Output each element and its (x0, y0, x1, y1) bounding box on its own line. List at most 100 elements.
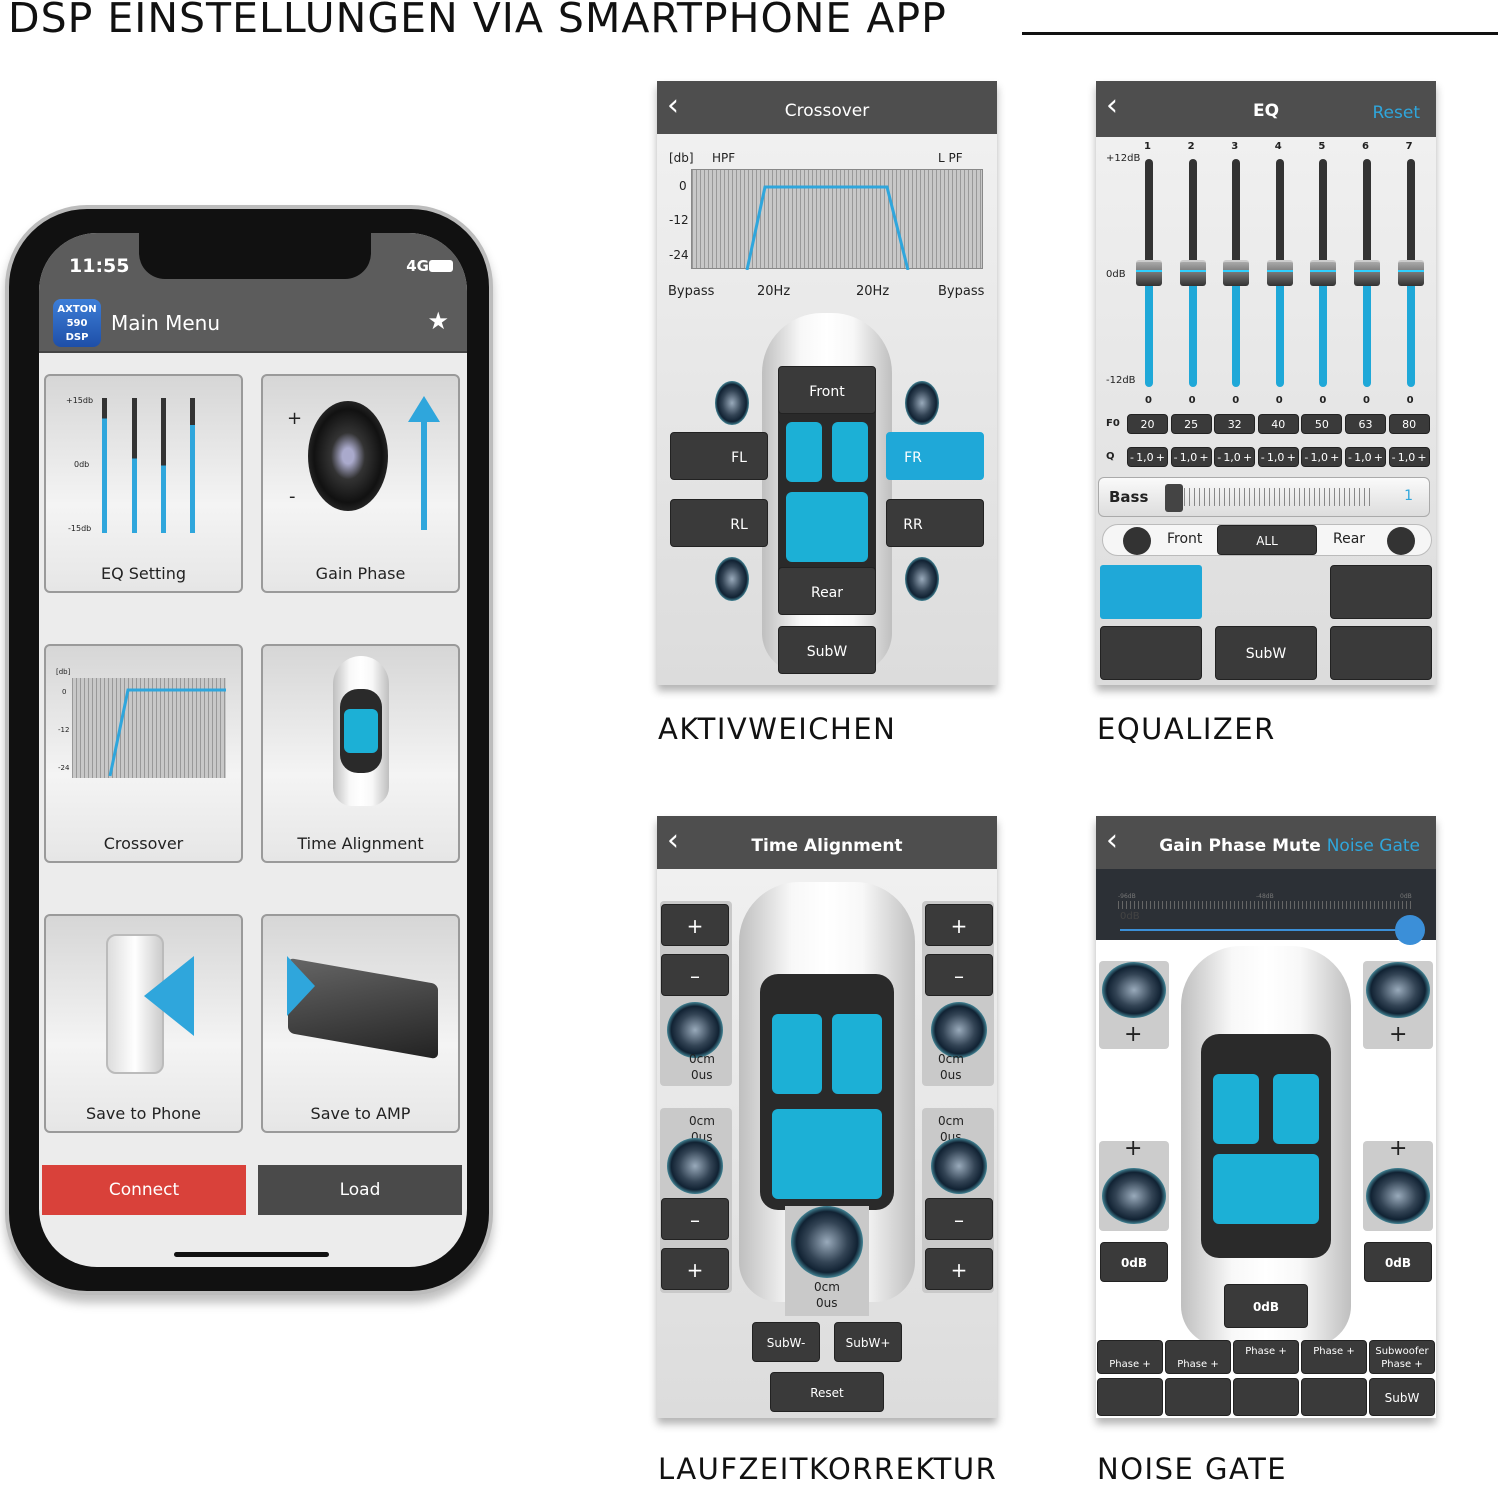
q-minus[interactable]: - (1130, 448, 1134, 466)
eq-band-thumb[interactable] (1136, 260, 1162, 286)
rr-button[interactable]: RR (886, 499, 984, 547)
x-label[interactable]: Bypass (668, 284, 714, 299)
q-plus[interactable]: + (1243, 448, 1252, 466)
delay-value: 0us (816, 1296, 838, 1310)
noise-gate-slider[interactable]: -96dB -48dB 0dB 0dB (1096, 869, 1436, 945)
band-q-control[interactable]: -1,0 + (1170, 447, 1212, 467)
x-label[interactable]: Bypass (938, 284, 984, 299)
back-icon[interactable]: ‹ (667, 826, 679, 856)
subw-minus-button[interactable]: SubW- (752, 1322, 820, 1362)
band-q-control[interactable]: -1,0 + (1257, 447, 1299, 467)
load-button[interactable]: Load (258, 1165, 462, 1215)
reset-button[interactable]: Reset (770, 1372, 884, 1412)
x-label[interactable]: 20Hz (856, 284, 889, 299)
tile-time-alignment[interactable]: Time Alignment (261, 644, 460, 863)
band-q-control[interactable]: -1,0 + (1214, 447, 1256, 467)
band-f0-button[interactable]: 80 (1388, 414, 1430, 434)
rl-mute-button[interactable] (1233, 1378, 1299, 1416)
tile-crossover[interactable]: [db] 0 -12 -24 Crossover (44, 644, 243, 863)
rear-radio[interactable] (1387, 527, 1415, 555)
fl-speaker-button[interactable] (1100, 565, 1202, 619)
minus-mark: - (289, 486, 296, 507)
fl-phase-button[interactable]: Phase + (1097, 1340, 1163, 1374)
front-button[interactable]: Front (778, 366, 876, 414)
rl-speaker-button[interactable] (1100, 626, 1202, 680)
band-f0-button[interactable]: 50 (1301, 414, 1343, 434)
band-q-control[interactable]: -1,0 + (1301, 447, 1343, 467)
rr-phase-button[interactable]: Phase + (1301, 1340, 1367, 1374)
eq-band-thumb[interactable] (1354, 260, 1380, 286)
fl-plus-button[interactable]: + (661, 904, 729, 946)
subw-button[interactable]: SubW (1215, 626, 1317, 680)
fl-minus-button[interactable]: – (661, 954, 729, 996)
x-label[interactable]: 20Hz (757, 284, 790, 299)
rl-button[interactable]: RL (670, 499, 768, 547)
q-minus[interactable]: - (1217, 448, 1221, 466)
band-q-control[interactable]: -1,0 + (1388, 447, 1430, 467)
q-plus[interactable]: + (1374, 448, 1383, 466)
subw-gain-button[interactable]: 0dB (1224, 1284, 1308, 1328)
q-minus[interactable]: - (1174, 448, 1178, 466)
q-minus[interactable]: - (1348, 448, 1352, 466)
subw-plus-button[interactable]: SubW+ (834, 1322, 902, 1362)
band-f0-button[interactable]: 63 (1345, 414, 1386, 434)
subw-mute-button[interactable]: SubW (1369, 1378, 1435, 1416)
band-f0-button[interactable]: 25 (1170, 414, 1212, 434)
fr-minus-button[interactable]: – (925, 954, 993, 996)
band-gain: 0 (1145, 395, 1152, 406)
fr-phase-button[interactable]: Phase + (1165, 1340, 1231, 1374)
star-icon[interactable]: ★ (427, 307, 449, 335)
connect-button[interactable]: Connect (42, 1165, 246, 1215)
crossover-graph[interactable] (691, 169, 983, 271)
q-minus[interactable]: - (1392, 448, 1396, 466)
rr-speaker-button[interactable] (1330, 626, 1432, 680)
rr-minus-button[interactable]: – (925, 1198, 993, 1240)
rr-mute-button[interactable] (1301, 1378, 1367, 1416)
eq-band-thumb[interactable] (1397, 260, 1424, 286)
back-icon[interactable]: ‹ (1106, 826, 1118, 856)
q-minus[interactable]: - (1304, 448, 1308, 466)
rr-plus-button[interactable]: + (925, 1248, 993, 1290)
rl-plus-button[interactable]: + (661, 1248, 729, 1290)
q-plus[interactable]: + (1287, 448, 1296, 466)
fl-mute-button[interactable] (1097, 1378, 1163, 1416)
band-q-control[interactable]: -1,0 + (1127, 447, 1168, 467)
fl-button[interactable]: FL (670, 432, 768, 480)
q-plus[interactable]: + (1330, 448, 1339, 466)
back-icon[interactable]: ‹ (667, 91, 679, 121)
tile-eq-setting[interactable]: +15db 0db -15db EQ Setting (44, 374, 243, 593)
rl-minus-button[interactable]: – (661, 1198, 729, 1240)
eq-band-thumb[interactable] (1310, 260, 1337, 286)
eq-band-thumb[interactable] (1179, 260, 1206, 286)
rl-gain-button[interactable]: 0dB (1100, 1242, 1168, 1282)
band-f0-button[interactable]: 32 (1214, 414, 1256, 434)
rl-phase-button[interactable]: Phase + (1233, 1340, 1299, 1374)
fr-plus-button[interactable]: + (925, 904, 993, 946)
slider-thumb[interactable] (1395, 915, 1425, 945)
rear-button[interactable]: Rear (778, 567, 876, 615)
band-q-control[interactable]: -1,0 + (1345, 447, 1386, 467)
tile-gain-phase[interactable]: + - Gain Phase (261, 374, 460, 593)
q-plus[interactable]: + (1156, 448, 1165, 466)
tile-save-to-amp[interactable]: Save to AMP (261, 914, 460, 1133)
q-plus[interactable]: + (1199, 448, 1208, 466)
fr-button[interactable]: FR (886, 432, 984, 480)
noise-gate-tab[interactable]: Noise Gate (1327, 836, 1420, 856)
bass-thumb[interactable] (1165, 484, 1183, 512)
eq-band-thumb[interactable] (1223, 260, 1250, 286)
fr-speaker-button[interactable] (1330, 565, 1432, 619)
front-radio[interactable] (1123, 527, 1151, 555)
bass-slider[interactable]: Bass 1 (1098, 477, 1430, 517)
eq-band-thumb[interactable] (1266, 260, 1293, 286)
tile-save-to-phone[interactable]: Save to Phone (44, 914, 243, 1133)
band-f0-button[interactable]: 20 (1127, 414, 1168, 434)
rr-gain-button[interactable]: 0dB (1364, 1242, 1432, 1282)
all-button[interactable]: ALL (1217, 525, 1317, 555)
fr-mute-button[interactable] (1165, 1378, 1231, 1416)
subw-phase-button[interactable]: Subwoofer Phase + (1369, 1340, 1435, 1374)
q-minus[interactable]: - (1261, 448, 1265, 466)
subw-button[interactable]: SubW (778, 626, 876, 674)
distance-value: 0cm (689, 1114, 715, 1128)
q-plus[interactable]: + (1417, 448, 1426, 466)
band-f0-button[interactable]: 40 (1257, 414, 1299, 434)
